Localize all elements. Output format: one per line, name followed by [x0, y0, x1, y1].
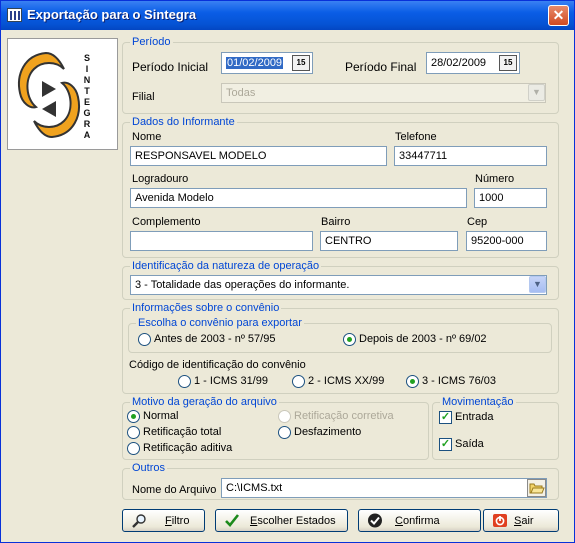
- title-bar[interactable]: Exportação para o Sintegra ✕: [1, 1, 574, 30]
- magnifier-icon: [132, 514, 146, 528]
- entrada-checkbox[interactable]: ✓: [439, 411, 452, 424]
- radio-icms-76-03-label: 3 - ICMS 76/03: [422, 375, 496, 387]
- natureza-select[interactable]: 3 - Totalidade das operações do informan…: [130, 275, 547, 295]
- filial-select[interactable]: Todas: [221, 83, 546, 103]
- sintegra-swirl-icon: [18, 51, 80, 139]
- motivo-legend: Motivo da geração do arquivo: [130, 396, 279, 408]
- escolha-convenio-legend: Escolha o convênio para exportar: [136, 317, 304, 329]
- nome-label: Nome: [132, 131, 162, 143]
- radio-desfazimento[interactable]: [278, 426, 291, 439]
- saida-label: Saída: [455, 438, 484, 450]
- confirm-check-icon: [368, 513, 382, 528]
- periodo-legend: Período: [130, 36, 173, 48]
- radio-retificacao-corretiva[interactable]: [278, 410, 291, 423]
- confirma-button[interactable]: Confirma: [358, 509, 481, 532]
- radio-depois-2003-label: Depois de 2003 - nº 69/02: [359, 333, 487, 345]
- radio-icms-76-03[interactable]: [406, 375, 419, 388]
- radio-depois-2003[interactable]: [343, 333, 356, 346]
- telefone-label: Telefone: [395, 131, 437, 143]
- radio-retificacao-aditiva-label: Retificação aditiva: [143, 442, 233, 454]
- radio-retificacao-total-label: Retificação total: [143, 426, 222, 438]
- radio-desfazimento-label: Desfazimento: [294, 426, 362, 438]
- numero-label: Número: [475, 173, 515, 185]
- radio-icms-31-99[interactable]: [178, 375, 191, 388]
- periodo-final-label: Período Final: [345, 60, 417, 74]
- calendar-icon[interactable]: 15: [499, 55, 517, 71]
- cep-label: Cep: [467, 216, 488, 228]
- radio-icms-xx-99-label: 2 - ICMS XX/99: [308, 375, 385, 387]
- radio-icms-xx-99[interactable]: [292, 375, 305, 388]
- chevron-down-icon[interactable]: ▼: [528, 84, 545, 101]
- saida-checkbox[interactable]: ✓: [439, 438, 452, 451]
- escolher-estados-button[interactable]: Escolher Estados: [215, 509, 348, 532]
- radio-icms-31-99-label: 1 - ICMS 31/99: [194, 375, 268, 387]
- filtro-button[interactable]: Filtro: [122, 509, 205, 532]
- checkmark-icon: [225, 514, 240, 527]
- calendar-icon[interactable]: 15: [292, 55, 310, 71]
- radio-retificacao-aditiva[interactable]: [127, 442, 140, 455]
- radio-normal-label: Normal: [143, 410, 179, 422]
- movimentacao-legend: Movimentação: [440, 396, 516, 408]
- outros-legend: Outros: [130, 462, 168, 474]
- complemento-input[interactable]: [130, 231, 313, 251]
- power-icon: [493, 514, 507, 527]
- close-button[interactable]: ✕: [548, 5, 569, 26]
- sair-button[interactable]: Sair: [483, 509, 559, 532]
- bairro-input[interactable]: CENTRO: [320, 231, 458, 251]
- logradouro-label: Logradouro: [132, 173, 189, 185]
- radio-antes-2003[interactable]: [138, 333, 151, 346]
- arquivo-input[interactable]: C:\ICMS.txt: [221, 478, 547, 498]
- filial-label: Filial: [132, 91, 155, 103]
- radio-antes-2003-label: Antes de 2003 - nº 57/95: [154, 333, 276, 345]
- radio-retificacao-total[interactable]: [127, 426, 140, 439]
- export-window: Exportação para o Sintegra ✕ SINTEGRA Pe…: [0, 0, 575, 543]
- natureza-legend: Identificação da natureza de operação: [130, 260, 322, 272]
- folder-open-icon[interactable]: [527, 479, 546, 497]
- periodo-inicial-label: Período Inicial: [132, 60, 209, 74]
- complemento-label: Complemento: [132, 216, 201, 228]
- cep-input[interactable]: 95200-000: [466, 231, 547, 251]
- codigo-convenio-label: Código de identificação do convênio: [129, 359, 306, 371]
- sintegra-letters: SINTEGRA: [83, 53, 91, 140]
- convenio-legend: Informações sobre o convênio: [130, 302, 282, 314]
- bairro-label: Bairro: [321, 216, 351, 228]
- app-icon: [7, 8, 22, 22]
- informante-legend: Dados do Informante: [130, 116, 237, 128]
- telefone-input[interactable]: 33447711: [394, 146, 547, 166]
- sintegra-logo: SINTEGRA: [7, 38, 118, 150]
- numero-input[interactable]: 1000: [474, 188, 547, 208]
- arquivo-label: Nome do Arquivo: [132, 484, 217, 496]
- radio-normal[interactable]: [127, 410, 140, 423]
- radio-retificacao-corretiva-label: Retificação corretiva: [294, 410, 394, 422]
- window-title: Exportação para o Sintegra: [27, 7, 197, 22]
- logradouro-input[interactable]: Avenida Modelo: [130, 188, 467, 208]
- nome-input[interactable]: RESPONSAVEL MODELO: [130, 146, 387, 166]
- chevron-down-icon[interactable]: ▼: [529, 276, 546, 293]
- entrada-label: Entrada: [455, 411, 494, 423]
